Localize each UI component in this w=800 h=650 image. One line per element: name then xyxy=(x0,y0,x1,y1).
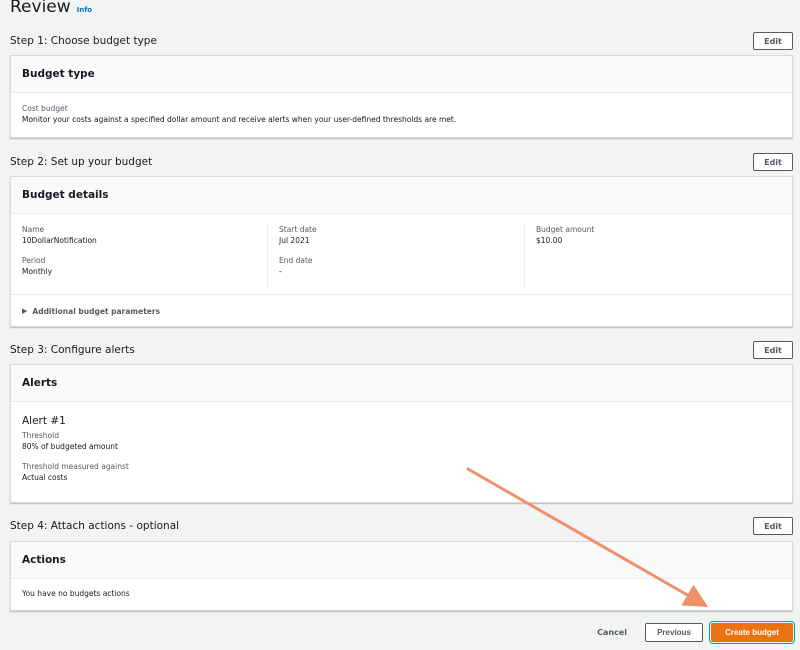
step4-edit-button[interactable]: Edit xyxy=(753,517,793,535)
actions-card: Actions You have no budgets actions xyxy=(10,541,793,611)
measured-against-field: Threshold measured against Actual costs xyxy=(22,461,781,484)
budget-review-page: Review Info Step 1: Choose budget type E… xyxy=(0,0,800,650)
budget-type-card-header: Budget type xyxy=(11,56,792,93)
budget-amount-value: $10.00 xyxy=(536,236,563,245)
caret-right-icon: ▶ xyxy=(22,307,28,315)
name-label: Name xyxy=(22,225,45,234)
previous-button[interactable]: Previous xyxy=(645,622,703,642)
step1-edit-button[interactable]: Edit xyxy=(753,32,793,50)
step3-edit-button[interactable]: Edit xyxy=(753,341,793,359)
details-column-3: Budget amount $10.00 xyxy=(524,224,781,286)
budget-type-description: Monitor your costs against a specified d… xyxy=(22,115,457,124)
period-field: Period Monthly xyxy=(22,255,259,278)
name-field: Name 10DollarNotification xyxy=(22,224,259,247)
budget-type-label: Cost budget xyxy=(22,104,68,113)
no-actions-text: You have no budgets actions xyxy=(22,589,130,598)
step4-title: Step 4: Attach actions - optional xyxy=(10,520,180,532)
step3-title: Step 3: Configure alerts xyxy=(10,344,135,356)
step2-header: Step 2: Set up your budget Edit xyxy=(10,152,793,172)
step2-title: Step 2: Set up your budget xyxy=(10,156,153,168)
budget-type-card: Budget type Cost budget Monitor your cos… xyxy=(10,55,793,138)
step1-header: Step 1: Choose budget type Edit xyxy=(10,31,793,51)
measured-against-value: Actual costs xyxy=(22,473,68,482)
alerts-card-header: Alerts xyxy=(11,365,792,402)
step4-header: Step 4: Attach actions - optional Edit xyxy=(10,516,793,536)
alerts-card-title: Alerts xyxy=(22,377,58,389)
alerts-card: Alerts Alert #1 Threshold 80% of budgete… xyxy=(10,364,793,503)
start-date-label: Start date xyxy=(279,225,317,234)
measured-against-label: Threshold measured against xyxy=(22,462,129,471)
budget-amount-field: Budget amount $10.00 xyxy=(536,224,773,247)
budget-type-card-title: Budget type xyxy=(22,68,95,80)
page-title: Review xyxy=(10,0,71,17)
alert-1-title: Alert #1 xyxy=(22,415,66,427)
threshold-value: 80% of budgeted amount xyxy=(22,442,118,451)
threshold-label: Threshold xyxy=(22,431,59,440)
step2-edit-button[interactable]: Edit xyxy=(753,153,793,171)
start-date-value: Jul 2021 xyxy=(279,236,310,245)
threshold-field: Threshold 80% of budgeted amount xyxy=(22,430,781,453)
step3-header: Step 3: Configure alerts Edit xyxy=(10,340,793,360)
info-link[interactable]: Info xyxy=(77,6,92,14)
budget-details-card: Budget details Name 10DollarNotification… xyxy=(10,176,793,327)
additional-parameters-expander[interactable]: ▶ Additional budget parameters xyxy=(11,294,792,327)
name-value: 10DollarNotification xyxy=(22,236,97,245)
additional-parameters-label: Additional budget parameters xyxy=(32,306,161,316)
details-column-1: Name 10DollarNotification Period Monthly xyxy=(22,224,267,286)
end-date-label: End date xyxy=(279,256,313,265)
end-date-value: - xyxy=(279,267,282,276)
wizard-footer: Cancel Previous Create budget xyxy=(597,620,795,644)
details-column-2: Start date Jul 2021 End date - xyxy=(267,224,524,286)
create-budget-button[interactable]: Create budget xyxy=(709,620,795,644)
cancel-button[interactable]: Cancel xyxy=(597,628,627,637)
actions-card-title: Actions xyxy=(22,554,66,566)
actions-card-header: Actions xyxy=(11,542,792,579)
start-date-field: Start date Jul 2021 xyxy=(279,224,516,247)
budget-type-card-body: Cost budget Monitor your costs against a… xyxy=(11,93,792,136)
step1-title: Step 1: Choose budget type xyxy=(10,35,157,47)
period-label: Period xyxy=(22,256,46,265)
budget-details-card-title: Budget details xyxy=(22,189,109,201)
review-header: Review Info xyxy=(10,0,92,17)
budget-details-grid: Name 10DollarNotification Period Monthly… xyxy=(11,214,792,294)
actions-card-body: You have no budgets actions xyxy=(11,579,792,610)
end-date-field: End date - xyxy=(279,255,516,278)
budget-amount-label: Budget amount xyxy=(536,225,595,234)
period-value: Monthly xyxy=(22,267,53,276)
budget-details-card-header: Budget details xyxy=(11,177,792,214)
alerts-card-body: Alert #1 Threshold 80% of budgeted amoun… xyxy=(11,402,792,502)
